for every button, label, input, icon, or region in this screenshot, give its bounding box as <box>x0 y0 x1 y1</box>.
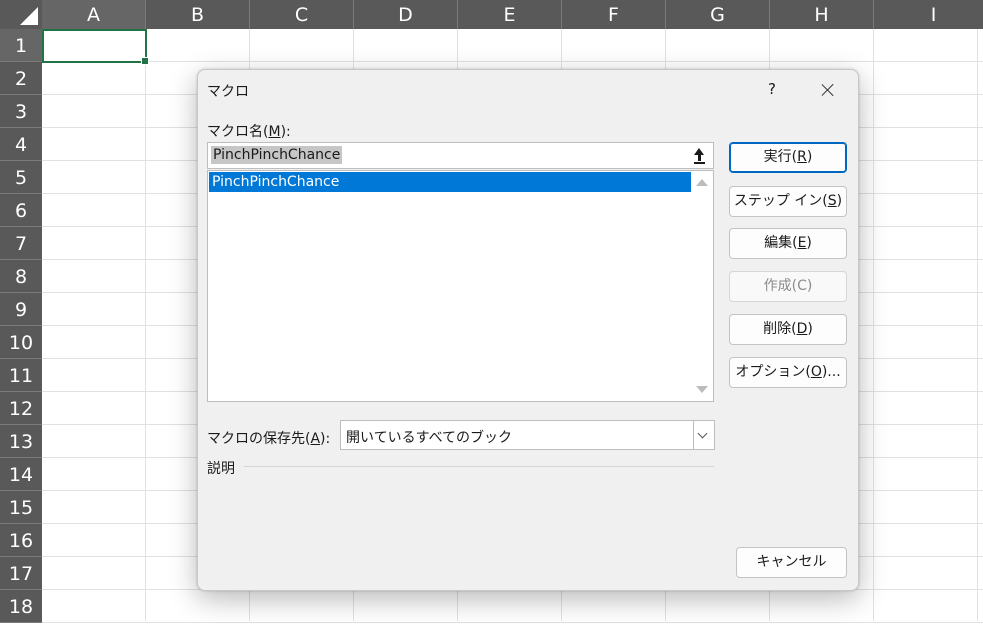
row-header-5[interactable]: 5 <box>0 161 42 194</box>
select-all-triangle-icon <box>20 7 38 25</box>
column-header-a[interactable]: A <box>42 0 146 29</box>
column-header-f[interactable]: F <box>562 0 666 29</box>
macro-dialog: マクロ ? マクロ名(M): PinchPinchChance PinchPin… <box>197 69 859 591</box>
row-header-14[interactable]: 14 <box>0 458 42 491</box>
row-header-2[interactable]: 2 <box>0 62 42 95</box>
column-header-b[interactable]: B <box>146 0 250 29</box>
scroll-down-icon[interactable] <box>696 386 708 393</box>
column-header-e[interactable]: E <box>458 0 562 29</box>
dropdown-button[interactable] <box>693 421 714 449</box>
run-button[interactable]: 実行(R) <box>729 142 847 173</box>
options-button[interactable]: オプション(O)... <box>729 357 847 388</box>
dialog-titlebar[interactable]: マクロ ? <box>198 70 858 108</box>
create-button: 作成(C) <box>729 271 847 302</box>
macros-in-value: 開いているすべてのブック <box>346 430 513 446</box>
delete-button[interactable]: 削除(D) <box>729 314 847 345</box>
column-header-g[interactable]: G <box>666 0 770 29</box>
macros-in-label: マクロの保存先(A): <box>207 431 331 447</box>
row-header-11[interactable]: 11 <box>0 359 42 392</box>
column-header-c[interactable]: C <box>250 0 354 29</box>
row-header-12[interactable]: 12 <box>0 392 42 425</box>
close-icon[interactable] <box>808 75 848 103</box>
grid-line <box>42 622 983 623</box>
row-header-10[interactable]: 10 <box>0 326 42 359</box>
step-into-button[interactable]: ステップ イン(S) <box>729 186 847 217</box>
row-header-1[interactable]: 1 <box>0 29 42 62</box>
row-header-9[interactable]: 9 <box>0 293 42 326</box>
scroll-up-icon[interactable] <box>696 179 708 186</box>
grid-line <box>42 61 983 62</box>
macro-list[interactable]: PinchPinchChance <box>207 170 714 402</box>
macro-name-label: マクロ名(M): <box>207 124 291 140</box>
row-header-8[interactable]: 8 <box>0 260 42 293</box>
row-header-13[interactable]: 13 <box>0 425 42 458</box>
cancel-button[interactable]: キャンセル <box>736 547 847 578</box>
row-header-7[interactable]: 7 <box>0 227 42 260</box>
column-header-i[interactable]: I <box>874 0 983 29</box>
description-divider <box>244 466 714 467</box>
fill-handle[interactable] <box>141 57 149 65</box>
row-header-17[interactable]: 17 <box>0 557 42 590</box>
row-header-4[interactable]: 4 <box>0 128 42 161</box>
collapse-dialog-icon[interactable] <box>689 145 711 166</box>
row-header-6[interactable]: 6 <box>0 194 42 227</box>
active-cell[interactable] <box>42 29 149 65</box>
macros-in-select[interactable]: 開いているすべてのブック <box>340 420 715 450</box>
macro-name-value: PinchPinchChance <box>211 146 343 164</box>
help-button[interactable]: ? <box>754 75 790 103</box>
list-item[interactable]: PinchPinchChance <box>209 172 692 192</box>
row-header-18[interactable]: 18 <box>0 590 42 623</box>
select-all-corner[interactable] <box>0 0 42 29</box>
description-label: 説明 <box>207 461 235 477</box>
list-scrollbar[interactable] <box>691 171 713 401</box>
row-header-16[interactable]: 16 <box>0 524 42 557</box>
column-header-h[interactable]: H <box>770 0 874 29</box>
dialog-title: マクロ <box>207 84 249 100</box>
row-header-15[interactable]: 15 <box>0 491 42 524</box>
macro-name-input[interactable]: PinchPinchChance <box>207 142 714 169</box>
column-header-d[interactable]: D <box>354 0 458 29</box>
row-header-3[interactable]: 3 <box>0 95 42 128</box>
edit-button[interactable]: 編集(E) <box>729 228 847 259</box>
chevron-down-icon <box>697 428 708 439</box>
